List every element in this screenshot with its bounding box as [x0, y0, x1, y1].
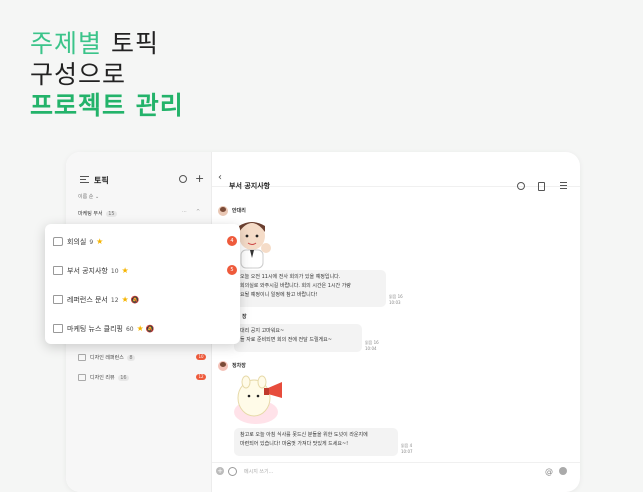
message-meta: 읽음 4 10:07	[401, 443, 413, 455]
send-icon[interactable]	[559, 467, 567, 475]
sender-name: 정차장	[232, 363, 246, 369]
popup-item-label: 마케팅 뉴스 클리핑	[67, 325, 123, 333]
headline-rest: 토픽	[102, 29, 159, 58]
popup-item-notice[interactable]: 부서 공지사항 10 ★	[53, 263, 233, 277]
sidebar-item-count: 16	[118, 375, 129, 381]
message-time: 10:07	[401, 449, 413, 454]
emoticon-sticker	[234, 375, 282, 424]
popup-item-label: 부서 공지사항	[67, 267, 108, 275]
star-icon: ★	[96, 237, 104, 246]
mute-icon: 🔕	[145, 325, 155, 333]
favorite-topics-popup: 회의실 9 ★ 부서 공지사항 10 ★ 레퍼런스 문서 12 ★ 🔕 마케팅 뉴스 클리핑 6…	[45, 224, 240, 344]
sidebar-header: 토픽 +	[80, 172, 205, 189]
popup-item-reference-docs[interactable]: 레퍼런스 문서 12 ★ 🔕	[53, 292, 233, 306]
message-line: 회의실로 와주시길 바랍니다. 회의 시간은 1시간 가량	[240, 283, 351, 289]
chat-panel: ‹ 부서 공지사항 안대리 오늘 오전 11시에 전사 회의가 있을 예정입니다…	[212, 152, 580, 492]
message-bubble: 대리 공지 고마워요~ 들 자료 준비되면 회의 전에 전달 드릴게요~	[234, 324, 362, 352]
mention-icon[interactable]: @	[545, 467, 553, 476]
sidebar-item-count: 8	[127, 355, 135, 361]
file-icon[interactable]	[538, 182, 545, 191]
message-line: 참고로 오늘 아침 식사를 못드신 분들을 위한 도넛이 라운지에	[240, 432, 368, 438]
message-bubble: 참고로 오늘 아침 식사를 못드신 분들을 위한 도넛이 라운지에 마련되어 있…	[234, 428, 398, 456]
popup-item-label: 회의실	[67, 238, 87, 246]
message-line: 요될 예정이니 일정에 참고 바랍니다!	[240, 292, 318, 298]
search-icon[interactable]	[179, 175, 187, 183]
headline-accent: 주제별	[30, 29, 103, 58]
mute-icon: 🔕	[130, 296, 140, 304]
popup-item-count: 60	[125, 326, 134, 333]
message-input[interactable]: 메시지 쓰기...	[244, 468, 273, 475]
popup-item-label: 레퍼런스 문서	[67, 296, 108, 304]
sort-dropdown[interactable]: 이름 순 ⌄	[78, 193, 99, 200]
message-line: 마련되어 있습니다! 마음껏 가져다 맛있게 드세요~!	[240, 441, 349, 447]
message-line: 오늘 오전 11시에 전사 회의가 있을 예정입니다.	[240, 274, 341, 280]
emoji-icon[interactable]	[228, 467, 237, 476]
unread-badge: 4	[227, 236, 237, 246]
sidebar-item-design-reference[interactable]: 디자인 레퍼런스 8 10	[78, 352, 206, 362]
chat-title: 부서 공지사항	[229, 182, 271, 190]
message-time: 10:03	[389, 300, 401, 305]
menu-icon[interactable]	[560, 182, 567, 191]
popup-item-count: 9	[89, 239, 94, 246]
group-count: 15	[106, 211, 117, 217]
message-bubble: 오늘 오전 11시에 전사 회의가 있을 예정입니다. 회의실로 와주시길 바랍…	[234, 270, 386, 307]
message-line: 들 자료 준비되면 회의 전에 전달 드릴게요~	[240, 337, 332, 343]
unread-badge: 10	[196, 354, 206, 360]
sidebar-item-label: 디자인 리뷰	[90, 375, 115, 381]
unread-badge: 12	[196, 374, 206, 380]
message-composer: + 메시지 쓰기... @	[212, 462, 580, 491]
headline-line-3: 프로젝트 관리	[30, 91, 184, 120]
message-meta: 읽음 16 10:04	[365, 340, 379, 352]
headline: 주제별 토픽 구성으로 프로젝트 관리	[30, 28, 184, 121]
sender-name: 안대리	[232, 208, 246, 214]
star-icon: ★	[121, 266, 129, 275]
search-icon[interactable]	[517, 182, 525, 190]
star-icon: ★	[121, 295, 129, 304]
message-line: 대리 공지 고마워요~	[240, 328, 285, 334]
add-topic-icon[interactable]: +	[195, 172, 204, 185]
group-name: 마케팅 부서	[78, 211, 103, 217]
more-icon[interactable]: ···	[182, 209, 187, 215]
headline-line-1: 주제별 토픽	[30, 28, 184, 59]
topic-icon	[53, 324, 63, 333]
unread-badge: 5	[227, 265, 237, 275]
chat-header: ‹ 부서 공지사항	[212, 152, 580, 191]
message-time: 10:04	[365, 346, 377, 351]
star-icon: ★	[136, 324, 144, 333]
popup-item-marketing-news[interactable]: 마케팅 뉴스 클리핑 60 ★ 🔕	[53, 321, 233, 335]
avatar[interactable]	[218, 361, 228, 371]
message-meta: 읽음 16 10:03	[389, 294, 403, 306]
avatar[interactable]	[218, 206, 228, 216]
popup-item-count: 12	[110, 297, 119, 304]
topic-icon	[78, 374, 86, 381]
chat-bubble-icon	[53, 237, 63, 246]
sender-name: 장	[242, 314, 247, 320]
menu-icon[interactable]	[80, 176, 89, 185]
sidebar-title: 토픽	[94, 176, 109, 185]
topic-group-header[interactable]: 마케팅 부서 15 ··· ^	[78, 209, 204, 217]
popup-item-meeting-room[interactable]: 회의실 9 ★	[53, 234, 233, 248]
attach-icon[interactable]: +	[216, 467, 224, 475]
popup-item-count: 10	[110, 268, 119, 275]
chevron-up-icon[interactable]: ^	[196, 209, 200, 215]
sidebar-item-design-review[interactable]: 디자인 리뷰 16 12	[78, 372, 206, 382]
headline-line-2: 구성으로	[30, 60, 127, 89]
topic-icon	[53, 295, 63, 304]
topic-icon	[78, 354, 86, 361]
topic-icon	[53, 266, 63, 275]
sidebar-item-label: 디자인 레퍼런스	[90, 355, 124, 361]
